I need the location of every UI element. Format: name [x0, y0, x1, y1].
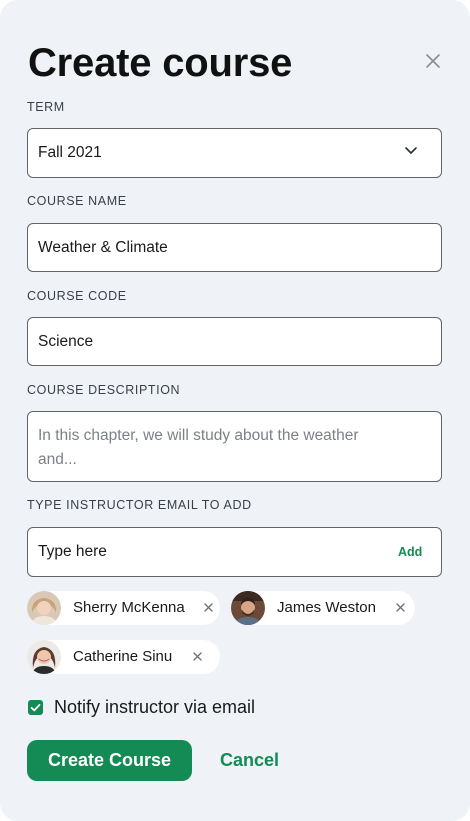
notify-label: Notify instructor via email: [54, 697, 256, 717]
remove-icon[interactable]: [204, 603, 213, 612]
course-code-label: COURSE CODE: [27, 289, 127, 303]
course-code-input[interactable]: Science: [27, 317, 442, 366]
avatar: [27, 640, 61, 674]
course-description-label: COURSE DESCRIPTION: [27, 383, 181, 397]
instructor-chip: James Weston: [231, 591, 415, 625]
notify-checkbox[interactable]: [28, 700, 43, 715]
create-course-button[interactable]: Create Course: [27, 740, 192, 781]
term-value: Fall 2021: [38, 144, 102, 161]
instructor-name: Catherine Sinu: [73, 648, 173, 665]
avatar: [27, 591, 61, 625]
create-course-dialog: Create course TERM Fall 2021 COURSE NAME…: [0, 0, 470, 821]
instructor-chip: Catherine Sinu: [27, 640, 220, 674]
term-label: TERM: [27, 100, 65, 114]
course-name-label: COURSE NAME: [27, 194, 127, 208]
close-icon[interactable]: [424, 52, 442, 70]
cancel-button[interactable]: Cancel: [220, 749, 279, 771]
instructor-name: Sherry McKenna: [73, 599, 185, 616]
term-select[interactable]: Fall 2021: [27, 128, 442, 178]
remove-icon[interactable]: [193, 652, 202, 661]
course-description-placeholder-line2: and...: [38, 451, 77, 468]
course-name-input[interactable]: Weather & Climate: [27, 223, 442, 272]
avatar: [231, 591, 265, 625]
instructor-email-input[interactable]: Type here Add: [27, 527, 442, 577]
add-instructor-button[interactable]: Add: [398, 545, 422, 559]
chevron-down-icon: [405, 147, 417, 154]
dialog-title: Create course: [28, 41, 293, 85]
course-description-placeholder-line1: In this chapter, we will study about the…: [38, 427, 359, 444]
instructor-name: James Weston: [277, 599, 376, 616]
course-name-value: Weather & Climate: [38, 239, 168, 256]
remove-icon[interactable]: [396, 603, 405, 612]
instructor-email-placeholder: Type here: [38, 543, 107, 560]
course-code-value: Science: [38, 333, 94, 350]
instructor-chip: Sherry McKenna: [27, 591, 220, 625]
course-description-textarea[interactable]: In this chapter, we will study about the…: [27, 411, 442, 482]
instructor-email-label: TYPE INSTRUCTOR EMAIL TO ADD: [27, 498, 252, 512]
checkmark-icon: [30, 703, 41, 712]
